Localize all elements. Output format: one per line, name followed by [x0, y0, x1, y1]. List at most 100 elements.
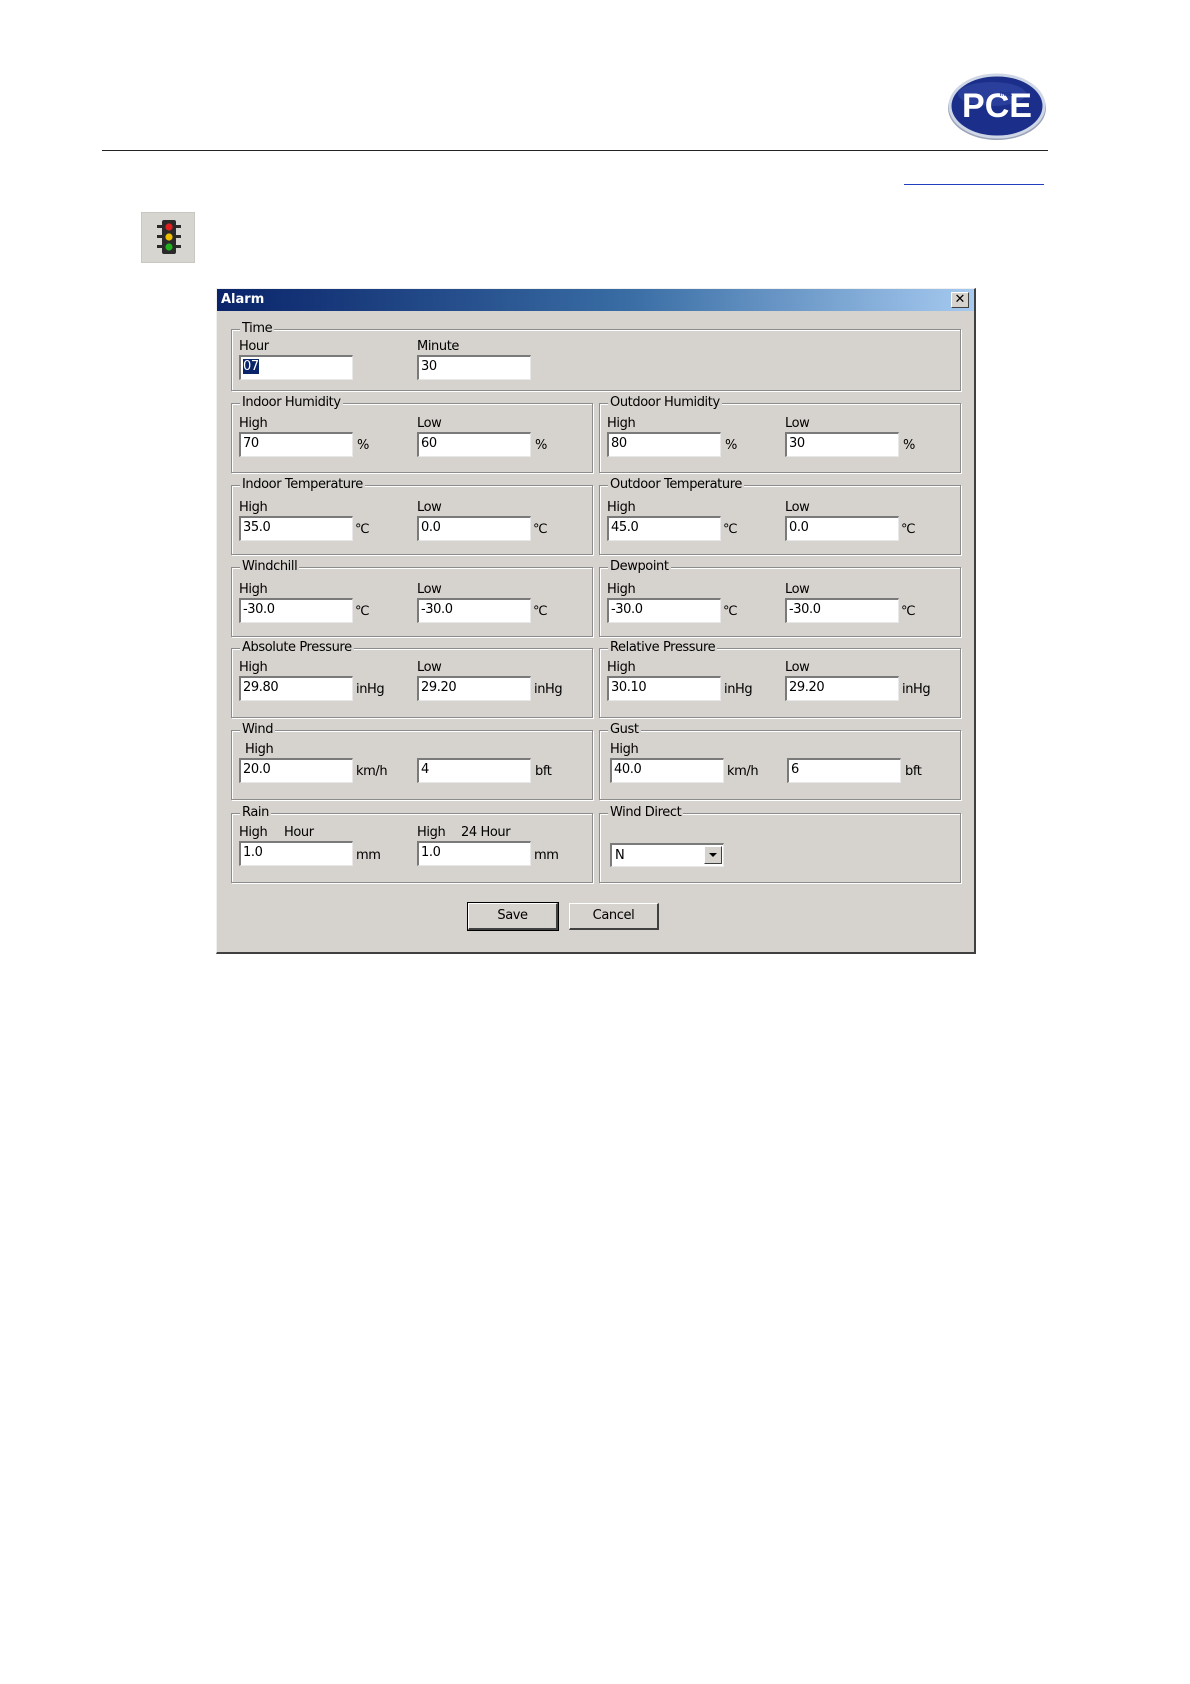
gust-bft-unit: bft [905, 764, 922, 779]
dialog-titlebar[interactable]: Alarm ✕ [217, 289, 974, 311]
windchill-low-input[interactable]: -30.0 [417, 598, 531, 623]
dewpoint-low-input[interactable]: -30.0 [785, 598, 899, 623]
windchill-high-input[interactable]: -30.0 [239, 598, 353, 623]
indoor-temperature-group: Indoor Temperature High 35.0 ℃ Low 0.0 ℃ [231, 477, 593, 555]
windchill-group: Windchill High -30.0 ℃ Low -30.0 ℃ [231, 559, 593, 637]
rain-24hour-unit: mm [534, 848, 559, 863]
gust-group: Gust High 40.0 km/h 6 bft [599, 722, 961, 800]
indoor-humidity-high-input[interactable]: 70 [239, 432, 353, 457]
rain-hour-period-label: Hour [284, 825, 314, 840]
rain-group: Rain High Hour 1.0 mm High 24 Hour 1.0 m… [231, 805, 593, 883]
dewpoint-low-label: Low [785, 582, 810, 597]
gust-legend: Gust [608, 722, 641, 737]
rain-day-period-label: 24 Hour [461, 825, 511, 840]
rain-24hour-input[interactable]: 1.0 [417, 841, 531, 866]
website-link-underline[interactable] [904, 184, 1044, 185]
indoor-humidity-low-input[interactable]: 60 [417, 432, 531, 457]
outdoor-humidity-low-input[interactable]: 30 [785, 432, 899, 457]
minute-input[interactable]: 30 [417, 355, 531, 380]
rain-day-high-label: High [417, 825, 446, 840]
outdoor-temperature-high-label: High [607, 500, 636, 515]
outdoor-temperature-group: Outdoor Temperature High 45.0 ℃ Low 0.0 … [599, 477, 961, 555]
close-icon: ✕ [954, 292, 966, 307]
wind-bft-input[interactable]: 4 [417, 758, 531, 783]
relative-pressure-low-input[interactable]: 29.20 [785, 676, 899, 701]
rain-legend: Rain [240, 805, 271, 820]
windchill-low-label: Low [417, 582, 442, 597]
relative-pressure-high-label: High [607, 660, 636, 675]
indoor-humidity-group: Indoor Humidity High 70 % Low 60 % [231, 395, 593, 473]
absolute-pressure-low-label: Low [417, 660, 442, 675]
wind-high-label: High [245, 742, 274, 757]
logo-text: PCE [962, 87, 1032, 125]
save-button[interactable]: Save [467, 902, 559, 931]
dewpoint-high-unit: ℃ [723, 604, 738, 619]
logo-small-text: Inst. [999, 91, 1012, 98]
gust-bft-input[interactable]: 6 [787, 758, 901, 783]
wind-legend: Wind [240, 722, 276, 737]
indoor-temperature-low-unit: ℃ [533, 522, 548, 537]
indoor-humidity-high-label: High [239, 416, 268, 431]
pce-logo: PCE Inst. [946, 70, 1048, 142]
absolute-pressure-high-input[interactable]: 29.80 [239, 676, 353, 701]
outdoor-temperature-low-unit: ℃ [901, 522, 916, 537]
windchill-high-unit: ℃ [355, 604, 370, 619]
absolute-pressure-high-unit: inHg [356, 682, 385, 697]
gust-kmh-unit: km/h [727, 764, 759, 779]
dialog-title: Alarm [221, 292, 265, 307]
relative-pressure-legend: Relative Pressure [608, 640, 718, 655]
indoor-humidity-low-unit: % [535, 438, 547, 453]
windchill-high-label: High [239, 582, 268, 597]
wind-direction-value: N [615, 848, 625, 863]
absolute-pressure-legend: Absolute Pressure [240, 640, 354, 655]
dewpoint-legend: Dewpoint [608, 559, 671, 574]
outdoor-temperature-high-unit: ℃ [723, 522, 738, 537]
outdoor-humidity-low-unit: % [903, 438, 915, 453]
wind-kmh-input[interactable]: 20.0 [239, 758, 353, 783]
indoor-temperature-high-input[interactable]: 35.0 [239, 516, 353, 541]
relative-pressure-high-input[interactable]: 30.10 [607, 676, 721, 701]
wind-direction-select[interactable]: N [610, 843, 724, 867]
outdoor-temperature-low-label: Low [785, 500, 810, 515]
hour-input[interactable]: 07 [239, 355, 353, 380]
relative-pressure-low-label: Low [785, 660, 810, 675]
hour-label: Hour [239, 339, 269, 354]
alarm-toolbar-button[interactable] [141, 212, 195, 263]
absolute-pressure-low-input[interactable]: 29.20 [417, 676, 531, 701]
wind-group: Wind High 20.0 km/h 4 bft [231, 722, 593, 800]
absolute-pressure-high-label: High [239, 660, 268, 675]
dewpoint-group: Dewpoint High -30.0 ℃ Low -30.0 ℃ [599, 559, 961, 637]
relative-pressure-high-unit: inHg [724, 682, 753, 697]
relative-pressure-group: Relative Pressure High 30.10 inHg Low 29… [599, 640, 961, 718]
indoor-temperature-legend: Indoor Temperature [240, 477, 365, 492]
dewpoint-high-input[interactable]: -30.0 [607, 598, 721, 623]
outdoor-temperature-low-input[interactable]: 0.0 [785, 516, 899, 541]
outdoor-temperature-legend: Outdoor Temperature [608, 477, 744, 492]
indoor-humidity-high-unit: % [357, 438, 369, 453]
outdoor-humidity-high-unit: % [725, 438, 737, 453]
cancel-button[interactable]: Cancel [569, 903, 659, 930]
close-button[interactable]: ✕ [951, 292, 969, 308]
indoor-temperature-high-unit: ℃ [355, 522, 370, 537]
windchill-legend: Windchill [240, 559, 300, 574]
chevron-down-icon[interactable] [704, 846, 722, 864]
indoor-humidity-low-label: Low [417, 416, 442, 431]
absolute-pressure-group: Absolute Pressure High 29.80 inHg Low 29… [231, 640, 593, 718]
outdoor-temperature-high-input[interactable]: 45.0 [607, 516, 721, 541]
wind-bft-unit: bft [535, 764, 552, 779]
gust-high-label: High [610, 742, 639, 757]
time-group: Time Hour 07 Minute 30 [231, 321, 961, 391]
outdoor-humidity-legend: Outdoor Humidity [608, 395, 722, 410]
outdoor-humidity-high-input[interactable]: 80 [607, 432, 721, 457]
windchill-low-unit: ℃ [533, 604, 548, 619]
indoor-temperature-low-label: Low [417, 500, 442, 515]
outdoor-humidity-group: Outdoor Humidity High 80 % Low 30 % [599, 395, 961, 473]
wind-direct-group: Wind Direct N [599, 805, 961, 883]
dewpoint-low-unit: ℃ [901, 604, 916, 619]
wind-direct-legend: Wind Direct [608, 805, 684, 820]
rain-hour-high-label: High [239, 825, 268, 840]
outdoor-humidity-high-label: High [607, 416, 636, 431]
gust-kmh-input[interactable]: 40.0 [610, 758, 724, 783]
indoor-temperature-low-input[interactable]: 0.0 [417, 516, 531, 541]
rain-hour-input[interactable]: 1.0 [239, 841, 353, 866]
